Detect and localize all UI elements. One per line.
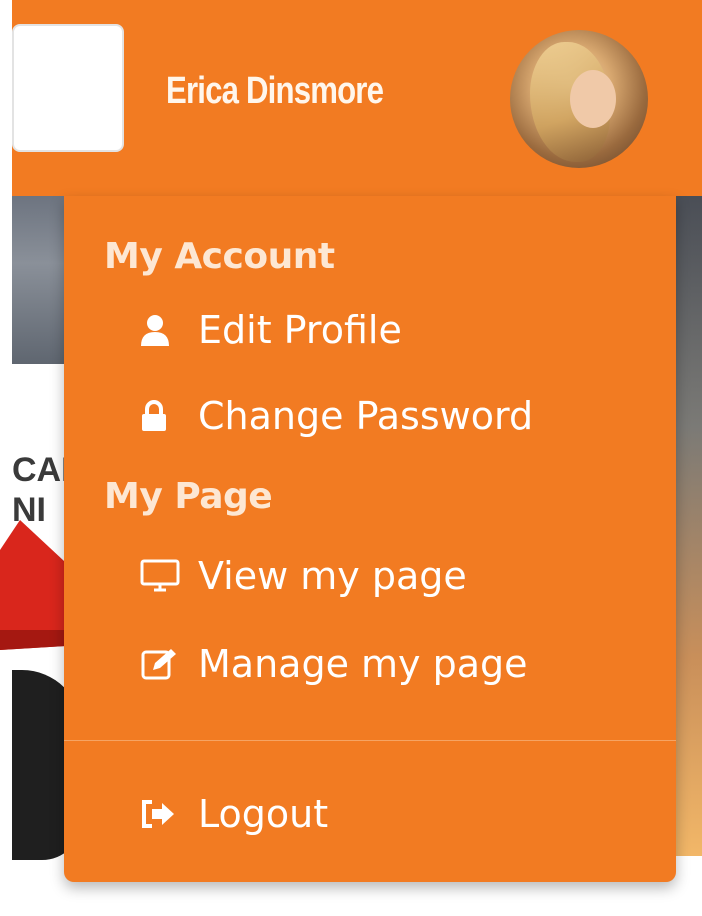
avatar[interactable] bbox=[510, 30, 648, 168]
view-my-page-link[interactable]: View my page bbox=[140, 554, 467, 598]
manage-my-page-link[interactable]: Manage my page bbox=[140, 642, 528, 686]
background-photo-left bbox=[12, 196, 72, 364]
edit-profile-label: Edit Profile bbox=[198, 308, 402, 352]
edit-profile-link[interactable]: Edit Profile bbox=[140, 308, 402, 352]
menu-divider bbox=[64, 740, 676, 741]
user-name-toggle[interactable]: Erica Dinsmore bbox=[166, 70, 384, 113]
monitor-icon bbox=[140, 556, 198, 596]
view-my-page-label: View my page bbox=[198, 554, 467, 598]
section-title-my-page: My Page bbox=[104, 476, 273, 517]
top-navbar: Erica Dinsmore bbox=[12, 0, 702, 196]
background-photo-right bbox=[672, 196, 702, 856]
section-title-my-account: My Account bbox=[104, 236, 335, 277]
user-icon bbox=[140, 310, 198, 350]
logout-link[interactable]: Logout bbox=[140, 792, 328, 836]
change-password-label: Change Password bbox=[198, 394, 534, 438]
user-dropdown-menu: My Account Edit Profile Change Password … bbox=[64, 196, 676, 882]
sign-out-icon bbox=[140, 794, 198, 834]
edit-icon bbox=[140, 644, 198, 684]
change-password-link[interactable]: Change Password bbox=[140, 394, 533, 438]
manage-my-page-label: Manage my page bbox=[198, 642, 528, 686]
logout-label: Logout bbox=[198, 792, 329, 836]
lock-icon bbox=[140, 396, 198, 436]
search-input[interactable] bbox=[12, 24, 124, 152]
avatar-face bbox=[570, 70, 616, 128]
